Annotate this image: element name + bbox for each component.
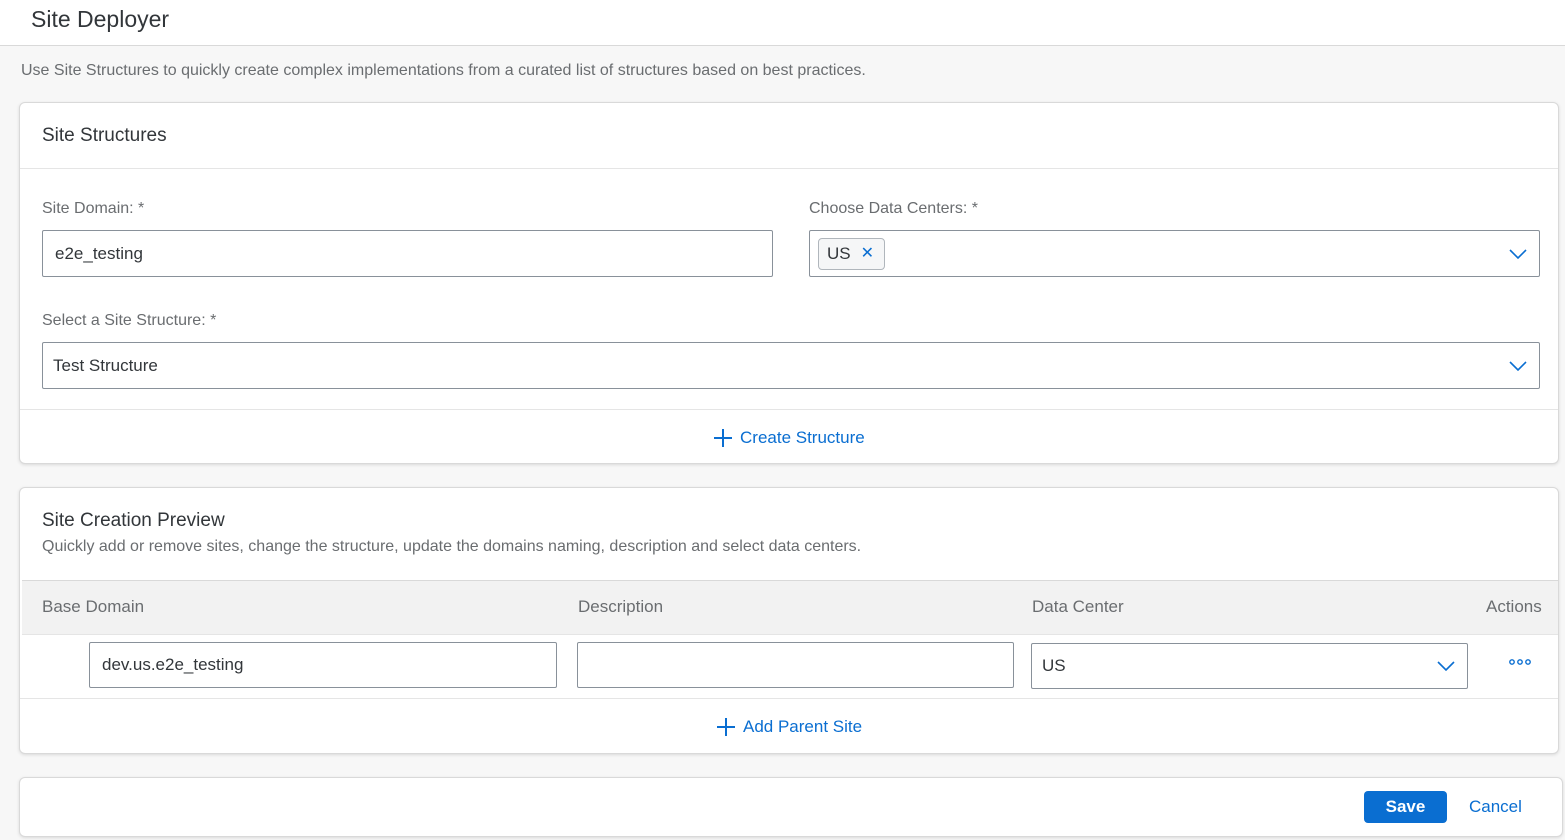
preview-title: Site Creation Preview (42, 510, 225, 531)
site-domain-input[interactable]: e2e_testing (42, 230, 773, 277)
footer-actions-bar: Save Cancel (19, 777, 1563, 837)
chevron-down-icon[interactable] (1437, 661, 1455, 671)
save-button[interactable]: Save (1364, 791, 1447, 823)
data-center-select[interactable]: US (1031, 643, 1468, 689)
create-structure-label: Create Structure (740, 428, 865, 447)
base-domain-value: dev.us.e2e_testing (102, 655, 244, 674)
column-header-data-center: Data Center (1032, 597, 1124, 616)
token-label: US (827, 243, 851, 263)
preview-subtitle: Quickly add or remove sites, change the … (42, 538, 862, 555)
divider (20, 409, 1558, 410)
site-structures-title: Site Structures (42, 125, 167, 146)
intro-text: Use Site Structures to quickly create co… (21, 62, 866, 79)
column-header-actions: Actions (1486, 597, 1542, 616)
plus-icon (714, 429, 732, 447)
description-input[interactable] (577, 642, 1014, 688)
site-structures-card: Site Structures Site Domain: * e2e_testi… (19, 102, 1559, 464)
page-title: Site Deployer (31, 6, 170, 32)
base-domain-input[interactable]: dev.us.e2e_testing (89, 642, 557, 688)
more-icon[interactable] (1509, 658, 1531, 666)
site-structure-label: Select a Site Structure: * (42, 312, 217, 329)
chevron-down-icon[interactable] (1509, 248, 1527, 259)
site-creation-preview-card: Site Creation Preview Quickly add or rem… (19, 487, 1559, 754)
app-header: Site Deployer (0, 0, 1565, 46)
cancel-button[interactable]: Cancel (1459, 791, 1532, 823)
data-centers-label: Choose Data Centers: * (809, 200, 978, 217)
chevron-down-icon[interactable] (1509, 360, 1527, 371)
divider (20, 168, 1558, 169)
plus-icon (717, 718, 735, 736)
close-icon[interactable]: ✕ (861, 245, 874, 262)
data-center-value: US (1042, 656, 1066, 675)
data-center-token: US ✕ (818, 237, 886, 270)
site-structure-value: Test Structure (53, 355, 158, 375)
create-structure-button[interactable]: Create Structure (712, 427, 865, 449)
data-centers-multiselect[interactable]: US ✕ (809, 230, 1540, 277)
add-parent-site-label: Add Parent Site (743, 717, 863, 736)
divider (20, 698, 1558, 699)
table-header: Base Domain Description Data Center Acti… (22, 580, 1558, 635)
site-domain-label: Site Domain: * (42, 200, 145, 217)
add-parent-site-button[interactable]: Add Parent Site (715, 716, 862, 738)
column-header-description: Description (578, 597, 664, 616)
site-domain-value: e2e_testing (55, 243, 143, 263)
site-structure-select[interactable]: Test Structure (42, 342, 1540, 389)
column-header-base-domain: Base Domain (42, 597, 145, 616)
